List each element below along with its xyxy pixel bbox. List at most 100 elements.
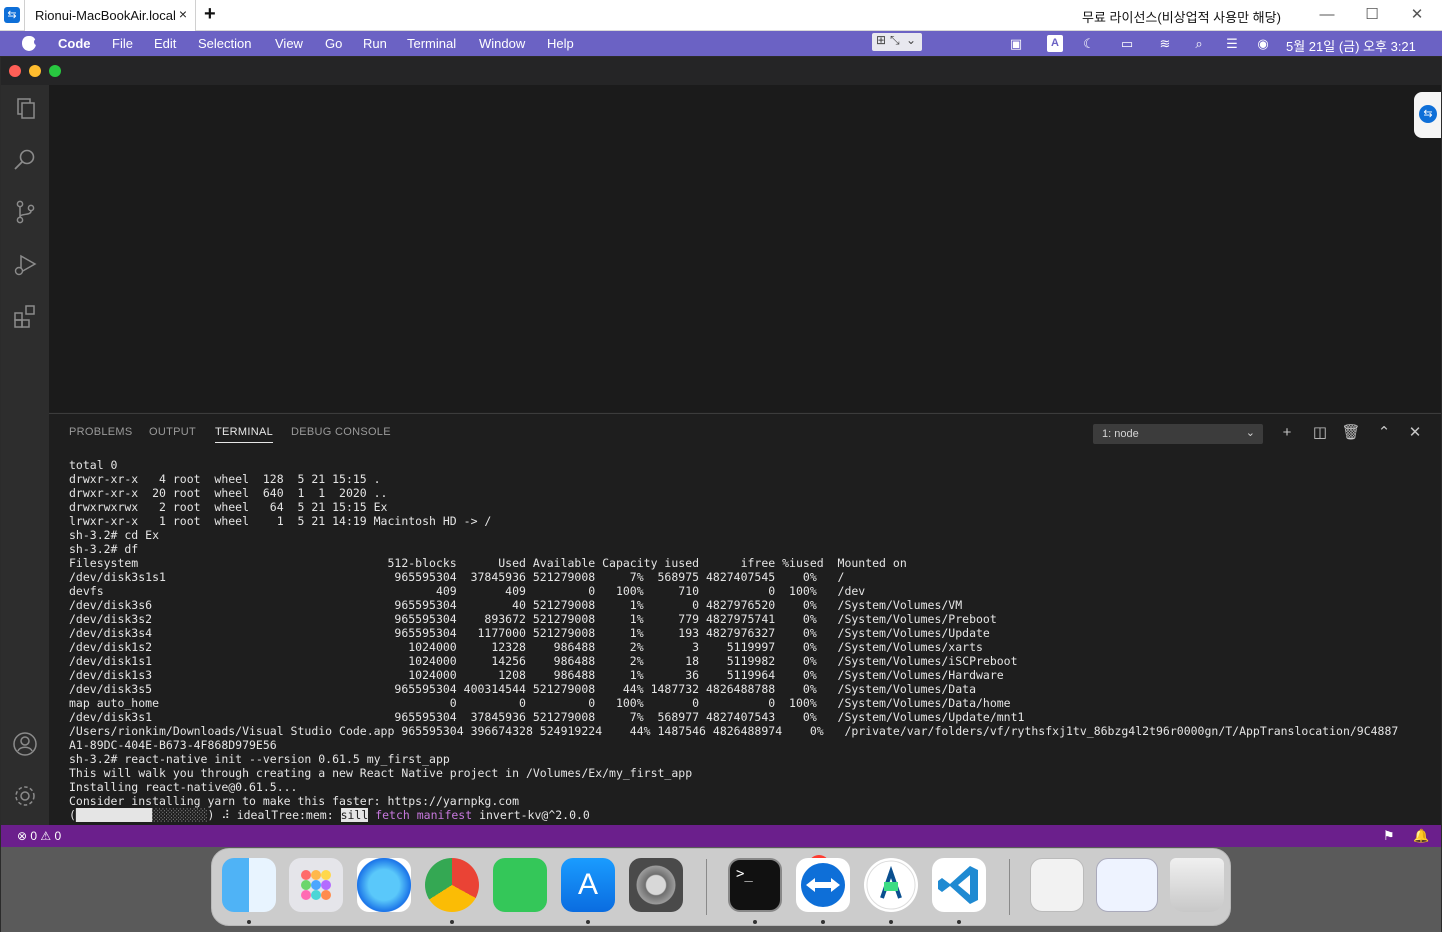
menu-help[interactable]: Help	[547, 36, 574, 51]
terminal-lines: total 0 drwxr-xr-x 4 root wheel 128 5 21 …	[69, 458, 1439, 808]
window-close-button[interactable]	[9, 65, 21, 77]
menu-terminal[interactable]: Terminal	[407, 36, 456, 51]
kill-terminal-trash-icon[interactable]: 🗑	[1340, 422, 1362, 444]
disk-utility-document-icon[interactable]	[1030, 858, 1084, 912]
terminal-line: Filesystem 512-blocks Used Available Cap…	[69, 556, 907, 570]
bottom-panel: PROBLEMS OUTPUT TERMINAL DEBUG CONSOLE 1…	[49, 413, 1441, 825]
terminal-app-icon[interactable]: >_	[728, 858, 782, 912]
settings-gear-icon[interactable]	[12, 783, 38, 809]
remote-side-widget[interactable]: ⇆	[1414, 92, 1441, 138]
android-studio-icon[interactable]	[864, 858, 918, 912]
control-center-icon[interactable]: ☰	[1223, 35, 1241, 52]
terminal-line: Consider installing yarn to make this fa…	[69, 794, 520, 808]
spotlight-search-icon[interactable]: ⌕	[1191, 35, 1207, 52]
finder-running-dot	[247, 920, 251, 924]
new-tab-button[interactable]: +	[204, 3, 216, 26]
terminal-line: /Users/rionkim/Downloads/Visual Studio C…	[69, 724, 1399, 738]
terminal-line: This will walk you through creating a ne…	[69, 766, 693, 780]
menu-edit[interactable]: Edit	[154, 36, 176, 51]
trash-icon[interactable]	[1170, 858, 1224, 912]
close-panel-icon[interactable]: ✕	[1404, 422, 1426, 444]
run-debug-icon[interactable]	[12, 251, 38, 277]
terminal-instance-select[interactable]: 1: node ⌄	[1093, 424, 1263, 444]
vscode-dock-icon[interactable]	[932, 858, 986, 912]
terminal-line: total 0	[69, 458, 118, 472]
remote-viewer-tab-bar: ⇆ Rionui-MacBookAir.local × + 무료 라이선스(비상…	[0, 0, 1442, 31]
teamviewer-running-dot	[821, 920, 825, 924]
mac-menu-bar: Code File Edit Selection View Go Run Ter…	[0, 31, 1442, 56]
menu-file[interactable]: File	[112, 36, 133, 51]
terminal-line: /dev/disk1s2 1024000 12328 986488 2% 3 5…	[69, 640, 983, 654]
tab-debug-console[interactable]: DEBUG CONSOLE	[291, 426, 391, 438]
safari-icon[interactable]	[357, 858, 411, 912]
app-store-running-dot	[586, 920, 590, 924]
system-preferences-icon[interactable]	[629, 858, 683, 912]
menu-go[interactable]: Go	[325, 36, 342, 51]
chrome-running-dot	[450, 920, 454, 924]
grid-icon: ⊞	[876, 33, 887, 47]
menu-view[interactable]: View	[275, 36, 303, 51]
minimize-button[interactable]: —	[1312, 4, 1342, 26]
terminal-line: sh-3.2# df	[69, 542, 139, 556]
terminal-line: /dev/disk1s3 1024000 1208 986488 1% 36 5…	[69, 668, 1004, 682]
menu-run[interactable]: Run	[363, 36, 387, 51]
source-control-icon[interactable]	[12, 199, 38, 225]
screenshot-thumbnail-icon[interactable]	[1096, 858, 1158, 912]
extensions-icon[interactable]	[12, 303, 38, 329]
terminal-line: /dev/disk3s6 965595304 40 521279008 1% 0…	[69, 598, 963, 612]
split-terminal-icon[interactable]: ◫	[1309, 422, 1331, 444]
progress-open: (	[69, 808, 76, 822]
explorer-files-icon[interactable]	[12, 95, 38, 121]
menu-app-code[interactable]: Code	[58, 36, 91, 51]
remote-session-tab-label: Rionui-MacBookAir.local	[35, 8, 176, 23]
vscode-running-dot	[957, 920, 961, 924]
notifications-bell-icon[interactable]: 🔔	[1413, 828, 1429, 844]
terminal-line: drwxr-xr-x 20 root wheel 640 1 1 2020 ..	[69, 486, 388, 500]
tab-output[interactable]: OUTPUT	[149, 426, 196, 438]
siri-icon[interactable]: ◉	[1255, 35, 1271, 52]
remote-view-toggle[interactable]: ⊞ ⤡ ⌄	[872, 33, 922, 51]
app-store-icon[interactable]: A	[561, 858, 615, 912]
terminal-output[interactable]: total 0 drwxr-xr-x 4 root wheel 128 5 21 …	[69, 458, 1439, 822]
terminal-line: /dev/disk3s4 965595304 1177000 521279008…	[69, 626, 990, 640]
teamviewer-dock-icon[interactable]	[796, 858, 850, 912]
new-terminal-plus-icon[interactable]: +	[1276, 422, 1298, 444]
tab-problems[interactable]: PROBLEMS	[69, 426, 133, 438]
input-source-icon[interactable]: A	[1047, 35, 1063, 52]
remote-session-tab[interactable]: Rionui-MacBookAir.local ×	[24, 0, 196, 31]
close-tab-icon[interactable]: ×	[179, 6, 187, 22]
terminal-line: /dev/disk3s5 965595304 400314544 5212790…	[69, 682, 976, 696]
status-bar: ⊗ 0 ⚠ 0 ⚑ 🔔	[1, 825, 1441, 847]
apple-icon[interactable]	[22, 36, 39, 51]
wifi-icon[interactable]: ≋	[1156, 35, 1174, 52]
menu-bar-clock[interactable]: 5월 21일 (금) 오후 3:21	[1286, 36, 1416, 55]
editor-area[interactable]	[49, 85, 1441, 412]
terminal-line: /dev/disk3s2 965595304 893672 521279008 …	[69, 612, 997, 626]
chrome-icon[interactable]	[425, 858, 479, 912]
screen-recording-icon[interactable]: ▣	[1006, 35, 1026, 52]
maximize-panel-chevron-up-icon[interactable]: ⌃	[1373, 422, 1395, 444]
teamviewer-logo-icon: ⇆	[4, 7, 20, 23]
feedback-icon[interactable]: ⚑	[1383, 828, 1395, 844]
terminal-progress-line: (███████████░░░░░░░░) ⠼ idealTree:mem: s…	[69, 808, 1439, 822]
battery-charging-icon[interactable]: ▭	[1114, 35, 1140, 52]
finder-icon[interactable]	[222, 858, 276, 912]
launchpad-icon[interactable]	[289, 858, 343, 912]
facetime-icon[interactable]	[493, 858, 547, 912]
android-studio-running-dot	[889, 920, 893, 924]
do-not-disturb-moon-icon[interactable]: ☾	[1081, 35, 1097, 52]
window-zoom-button[interactable]	[49, 65, 61, 77]
maximize-button[interactable]: ☐	[1357, 4, 1387, 26]
progress-bar: ███████████	[75, 808, 153, 822]
search-icon[interactable]	[12, 147, 38, 173]
activity-bar	[1, 85, 49, 825]
window-minimize-button[interactable]	[29, 65, 41, 77]
tab-terminal[interactable]: TERMINAL	[215, 426, 274, 443]
accounts-icon[interactable]	[12, 731, 38, 757]
menu-window[interactable]: Window	[479, 36, 525, 51]
close-window-button[interactable]: ✕	[1402, 4, 1432, 26]
terminal-line: /dev/disk3s1s1 965595304 37845936 521279…	[69, 570, 845, 584]
problems-status[interactable]: ⊗ 0 ⚠ 0	[17, 829, 61, 843]
menu-selection[interactable]: Selection	[198, 36, 251, 51]
terminal-line: drwxrwxrwx 2 root wheel 64 5 21 15:15 Ex	[69, 500, 388, 514]
